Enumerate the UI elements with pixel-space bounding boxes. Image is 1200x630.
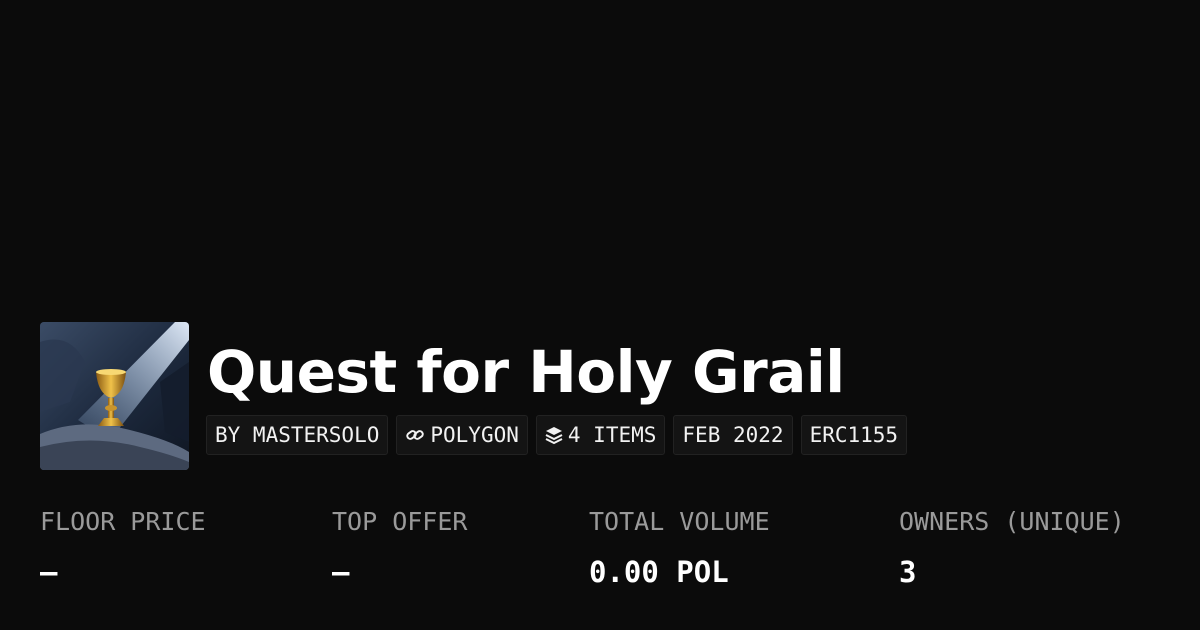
- owners-label: OWNERS (UNIQUE): [899, 507, 1125, 536]
- top-offer-stat: TOP OFFER –: [332, 506, 467, 588]
- holy-grail-image: [40, 322, 189, 470]
- items-chip[interactable]: 4 ITEMS: [535, 415, 666, 455]
- owners-stat: OWNERS (UNIQUE) 3: [899, 506, 1125, 588]
- collection-title: Quest for Holy Grail: [207, 338, 845, 406]
- floor-price-value: –: [40, 555, 58, 589]
- top-offer-label: TOP OFFER: [332, 507, 468, 536]
- creator-label: BY MASTERSOLO: [215, 423, 380, 447]
- chain-label: POLYGON: [430, 423, 519, 447]
- top-offer-value: –: [332, 555, 350, 589]
- total-volume-value: 0.00 POL: [589, 555, 729, 589]
- chain-link-icon: [405, 425, 425, 445]
- layers-icon: [545, 425, 563, 445]
- chain-chip[interactable]: POLYGON: [396, 415, 528, 455]
- total-volume-label: TOTAL VOLUME: [589, 507, 770, 536]
- creator-chip[interactable]: BY MASTERSOLO: [206, 415, 389, 455]
- floor-price-stat: FLOOR PRICE –: [40, 506, 206, 588]
- floor-price-label: FLOOR PRICE: [40, 507, 206, 536]
- collection-card: Quest for Holy Grail BY MASTERSOLO POLYG…: [0, 0, 1200, 630]
- date-label: FEB 2022: [682, 423, 784, 447]
- total-volume-stat: TOTAL VOLUME 0.00 POL: [589, 506, 770, 588]
- standard-chip: ERC1155: [800, 415, 908, 455]
- owners-value: 3: [899, 555, 917, 589]
- collection-avatar: [40, 322, 189, 470]
- standard-label: ERC1155: [809, 423, 899, 447]
- date-chip: FEB 2022: [673, 415, 793, 455]
- collection-meta-chips: BY MASTERSOLO POLYGON 4 ITEMS FEB 2022 E…: [206, 415, 908, 455]
- items-label: 4 ITEMS: [567, 423, 657, 447]
